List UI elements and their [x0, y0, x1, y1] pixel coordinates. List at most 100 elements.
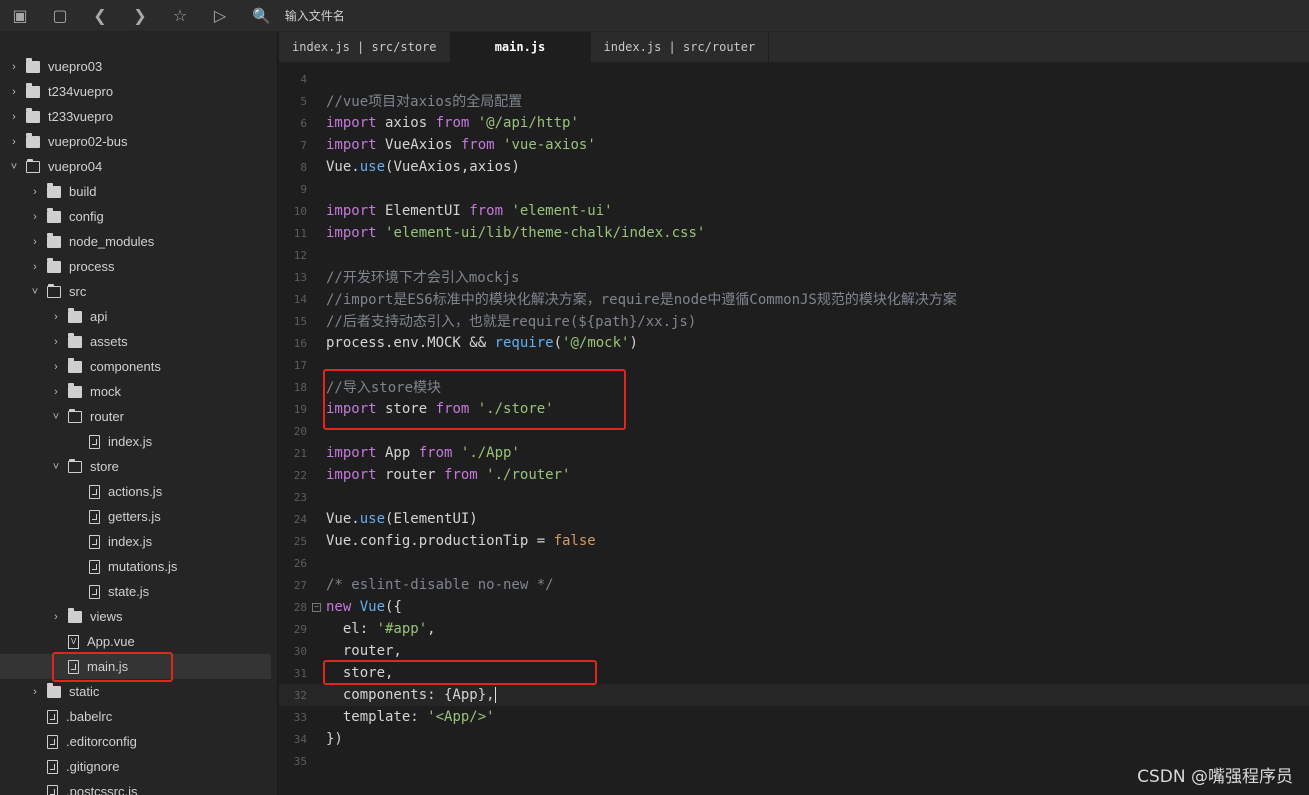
back-icon[interactable]: ❮	[80, 0, 120, 32]
tree-folder[interactable]: › node_modules	[0, 229, 271, 254]
file-icon	[47, 734, 58, 749]
tree-folder[interactable]: › vuepro03	[0, 54, 271, 79]
line-number: 14	[293, 292, 307, 306]
chevron-right-icon[interactable]: ›	[8, 136, 20, 148]
chevron-right-icon[interactable]: ›	[50, 386, 62, 398]
code-line[interactable]: 23	[279, 486, 1309, 508]
tree-folder[interactable]: ˅ router	[0, 404, 271, 429]
code-line[interactable]: 10 import ElementUI from 'element-ui'	[279, 200, 1309, 222]
line-number: 32	[293, 688, 307, 702]
tree-file[interactable]: ›.postcssrc.js	[0, 779, 271, 795]
tree-file[interactable]: ›VApp.vue	[0, 629, 271, 654]
chevron-down-icon[interactable]: ˅	[29, 286, 41, 298]
code-line[interactable]: 30 router,	[279, 640, 1309, 662]
code-line[interactable]: 28− new Vue({	[279, 596, 1309, 618]
code-line[interactable]: 16 process.env.MOCK && require('@/mock')	[279, 332, 1309, 354]
chevron-down-icon[interactable]: ˅	[50, 461, 62, 473]
chevron-right-icon[interactable]: ›	[50, 336, 62, 348]
code-line[interactable]: 15 //后者支持动态引入，也就是require(${path}/xx.js)	[279, 310, 1309, 332]
tree-folder[interactable]: › t234vuepro	[0, 79, 271, 104]
chevron-right-icon[interactable]: ›	[29, 686, 41, 698]
chevron-right-icon[interactable]: ›	[29, 186, 41, 198]
folder-icon	[47, 682, 61, 698]
code-line[interactable]: 9	[279, 178, 1309, 200]
line-number: 20	[293, 424, 307, 438]
tree-folder[interactable]: › process	[0, 254, 271, 279]
tree-folder[interactable]: ˅ vuepro04	[0, 154, 271, 179]
chevron-right-icon[interactable]: ›	[29, 261, 41, 273]
new-file-icon[interactable]: ▣	[0, 0, 40, 32]
vue-file-icon: V	[68, 634, 79, 649]
chevron-right-icon[interactable]: ›	[29, 236, 41, 248]
code-line[interactable]: 25 Vue.config.productionTip = false	[279, 530, 1309, 552]
chevron-down-icon[interactable]: ˅	[50, 411, 62, 423]
file-search-input[interactable]	[284, 8, 485, 23]
tree-file[interactable]: ›.editorconfig	[0, 729, 271, 754]
chevron-right-icon[interactable]: ›	[8, 111, 20, 123]
code-line[interactable]: 6 import axios from '@/api/http'	[279, 112, 1309, 134]
main-js-highlight-box	[52, 652, 173, 682]
editor-tab[interactable]: index.js | src/router	[591, 32, 770, 62]
tree-file[interactable]: ›getters.js	[0, 504, 271, 529]
code-text: })	[326, 731, 343, 747]
tree-folder[interactable]: › api	[0, 304, 271, 329]
line-number: 28	[293, 600, 307, 614]
editor-tab[interactable]: index.js | src/store	[279, 32, 451, 62]
code-line[interactable]: 11 import 'element-ui/lib/theme-chalk/ind…	[279, 222, 1309, 244]
code-line[interactable]: 32 components: {App},	[279, 684, 1309, 706]
code-line[interactable]: 13 //开发环境下才会引入mockjs	[279, 266, 1309, 288]
line-number: 18	[293, 380, 307, 394]
editor-tab[interactable]: main.js	[450, 32, 591, 62]
star-icon[interactable]: ☆	[160, 0, 200, 32]
code-line[interactable]: 24 Vue.use(ElementUI)	[279, 508, 1309, 530]
chevron-right-icon[interactable]: ›	[50, 611, 62, 623]
code-line[interactable]: 7 import VueAxios from 'vue-axios'	[279, 134, 1309, 156]
file-search-icon: 🔍	[252, 6, 271, 25]
code-line[interactable]: 22 import router from './router'	[279, 464, 1309, 486]
code-token: from	[444, 467, 478, 483]
forward-icon[interactable]: ❯	[120, 0, 160, 32]
tree-folder[interactable]: › config	[0, 204, 271, 229]
line-number: 17	[293, 358, 307, 372]
code-line[interactable]: 29 el: '#app',	[279, 618, 1309, 640]
code-line[interactable]: 27 /* eslint-disable no-new */	[279, 574, 1309, 596]
tree-item-label: state.js	[108, 584, 150, 599]
tree-file[interactable]: ›state.js	[0, 579, 271, 604]
tree-file[interactable]: ›index.js	[0, 429, 271, 454]
tree-folder[interactable]: ˅ store	[0, 454, 271, 479]
tree-file[interactable]: ›actions.js	[0, 479, 271, 504]
code-line[interactable]: 21 import App from './App'	[279, 442, 1309, 464]
code-line[interactable]: 14 //import是ES6标准中的模块化解决方案，require是node中遵…	[279, 288, 1309, 310]
tree-folder[interactable]: › components	[0, 354, 271, 379]
tree-folder[interactable]: ˅ src	[0, 279, 271, 304]
tree-folder[interactable]: › views	[0, 604, 271, 629]
code-line[interactable]: 33 template: '<App/>'	[279, 706, 1309, 728]
tree-folder[interactable]: › vuepro02-bus	[0, 129, 271, 154]
chevron-right-icon[interactable]: ›	[8, 86, 20, 98]
tree-folder[interactable]: › static	[0, 679, 271, 704]
tree-folder[interactable]: › build	[0, 179, 271, 204]
code-line[interactable]: 34})	[279, 728, 1309, 750]
code-line[interactable]: 26	[279, 552, 1309, 574]
tree-file[interactable]: ›.gitignore	[0, 754, 271, 779]
tree-folder[interactable]: › mock	[0, 379, 271, 404]
line-number: 33	[293, 710, 307, 724]
code-editor[interactable]: 4 5 //vue项目对axios的全局配置 6 import axios from '…	[279, 62, 1309, 795]
run-icon[interactable]: ▷	[200, 0, 240, 32]
tree-file[interactable]: ›mutations.js	[0, 554, 271, 579]
tree-folder[interactable]: › assets	[0, 329, 271, 354]
code-line[interactable]: 12	[279, 244, 1309, 266]
tree-file[interactable]: ›.babelrc	[0, 704, 271, 729]
chevron-right-icon[interactable]: ›	[8, 61, 20, 73]
chevron-right-icon[interactable]: ›	[50, 311, 62, 323]
code-line[interactable]: 8 Vue.use(VueAxios,axios)	[279, 156, 1309, 178]
fold-toggle-icon[interactable]: −	[312, 602, 321, 612]
chevron-right-icon[interactable]: ›	[29, 211, 41, 223]
save-icon[interactable]: ▢	[40, 0, 80, 32]
tree-folder[interactable]: › t233vuepro	[0, 104, 271, 129]
tree-file[interactable]: ›index.js	[0, 529, 271, 554]
code-line[interactable]: 5 //vue项目对axios的全局配置	[279, 90, 1309, 112]
code-line[interactable]: 4	[279, 68, 1309, 90]
chevron-right-icon[interactable]: ›	[50, 361, 62, 373]
chevron-down-icon[interactable]: ˅	[8, 161, 20, 173]
